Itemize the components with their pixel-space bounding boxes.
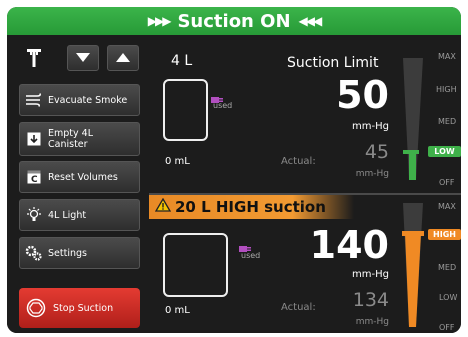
gauge-max-label: MAX — [438, 52, 456, 61]
reset-volumes-label: Reset Volumes — [48, 171, 118, 183]
actual-label: Actual: — [281, 302, 316, 313]
actual-unit: mm-Hg — [355, 317, 389, 327]
high-suction-warning: 20 L HIGH suction — [149, 195, 354, 219]
4l-light-label: 4L Light — [48, 209, 87, 221]
used-label: used — [241, 251, 261, 260]
evacuate-smoke-button[interactable]: Evacuate Smoke — [19, 84, 140, 116]
gauge-off-label: OFF — [439, 178, 455, 187]
gauge-med-label: MED — [438, 117, 457, 126]
reset-c-icon: C — [20, 170, 48, 184]
status-banner: ▶▶▶ Suction ON ◀◀◀ — [7, 7, 461, 35]
svg-text:C: C — [31, 175, 38, 184]
suction-limit-unit: mm-Hg — [352, 269, 389, 280]
warning-icon — [154, 197, 172, 216]
gauge-high-label: HIGH — [433, 230, 456, 239]
suction-limit-label: Suction Limit — [287, 55, 379, 71]
left-arrows-icon: ◀◀◀ — [298, 14, 323, 28]
tool-icon — [25, 47, 43, 69]
suction-limit-value[interactable]: 140 — [310, 223, 389, 267]
gears-icon — [20, 245, 48, 261]
status-title: Suction ON — [177, 10, 291, 32]
reset-volumes-button[interactable]: C Reset Volumes — [19, 161, 140, 193]
scroll-down-button[interactable] — [67, 45, 99, 71]
actual-unit: mm-Hg — [355, 169, 389, 179]
settings-label: Settings — [48, 247, 87, 259]
right-arrows-icon: ▶▶▶ — [147, 14, 172, 28]
up-triangle-icon — [116, 53, 130, 62]
canister-4l-panel: 4 L used 0 mL Suction Limit 50 mm-Hg Act… — [149, 35, 461, 193]
sidebar: Evacuate Smoke Empty 4L Canister C Reset… — [7, 35, 149, 333]
volume-value: 0 mL — [165, 305, 190, 316]
4l-light-button[interactable]: 4L Light — [19, 199, 140, 231]
gauge-med-label: MED — [438, 263, 457, 272]
empty-4l-canister-label: Empty 4L Canister — [48, 128, 93, 150]
suction-device-screen: ▶▶▶ Suction ON ◀◀◀ Evacuate Smoke Empty … — [7, 7, 461, 333]
canister-20l-panel: 20 L HIGH suction used 0 mL 140 mm-Hg Ac… — [149, 195, 461, 333]
download-canister-icon — [20, 132, 48, 146]
empty-4l-canister-button[interactable]: Empty 4L Canister — [19, 122, 140, 156]
used-label: used — [213, 101, 233, 110]
gauge-low-indicator[interactable]: LOW — [428, 146, 461, 157]
stop-suction-button[interactable]: Stop Suction — [19, 288, 140, 328]
actual-value: 134 — [352, 289, 389, 311]
gauge-max-label: MAX — [438, 202, 456, 211]
stop-icon — [19, 298, 53, 318]
volume-value: 0 mL — [165, 156, 190, 167]
gauge-off-label: OFF — [439, 323, 455, 332]
smoke-wind-icon — [20, 93, 48, 107]
suction-limit-unit: mm-Hg — [352, 121, 389, 132]
gauge-low-label: LOW — [434, 147, 455, 156]
gauge-high-indicator[interactable]: HIGH — [428, 229, 461, 240]
canister-4l-graphic — [163, 79, 208, 141]
light-bulb-icon — [20, 207, 48, 223]
scroll-up-button[interactable] — [107, 45, 139, 71]
warning-text: 20 L HIGH suction — [175, 198, 326, 216]
settings-button[interactable]: Settings — [19, 237, 140, 269]
canister-name: 4 L — [171, 53, 193, 69]
gauge-low-label: LOW — [439, 293, 458, 302]
suction-limit-value[interactable]: 50 — [336, 73, 389, 117]
gauge-high-label: HIGH — [436, 85, 457, 94]
down-triangle-icon — [76, 53, 90, 62]
canister-20l-graphic — [163, 233, 228, 297]
evacuate-smoke-label: Evacuate Smoke — [48, 94, 128, 106]
actual-value: 45 — [364, 141, 389, 163]
stop-suction-label: Stop Suction — [53, 302, 114, 314]
actual-label: Actual: — [281, 156, 316, 167]
